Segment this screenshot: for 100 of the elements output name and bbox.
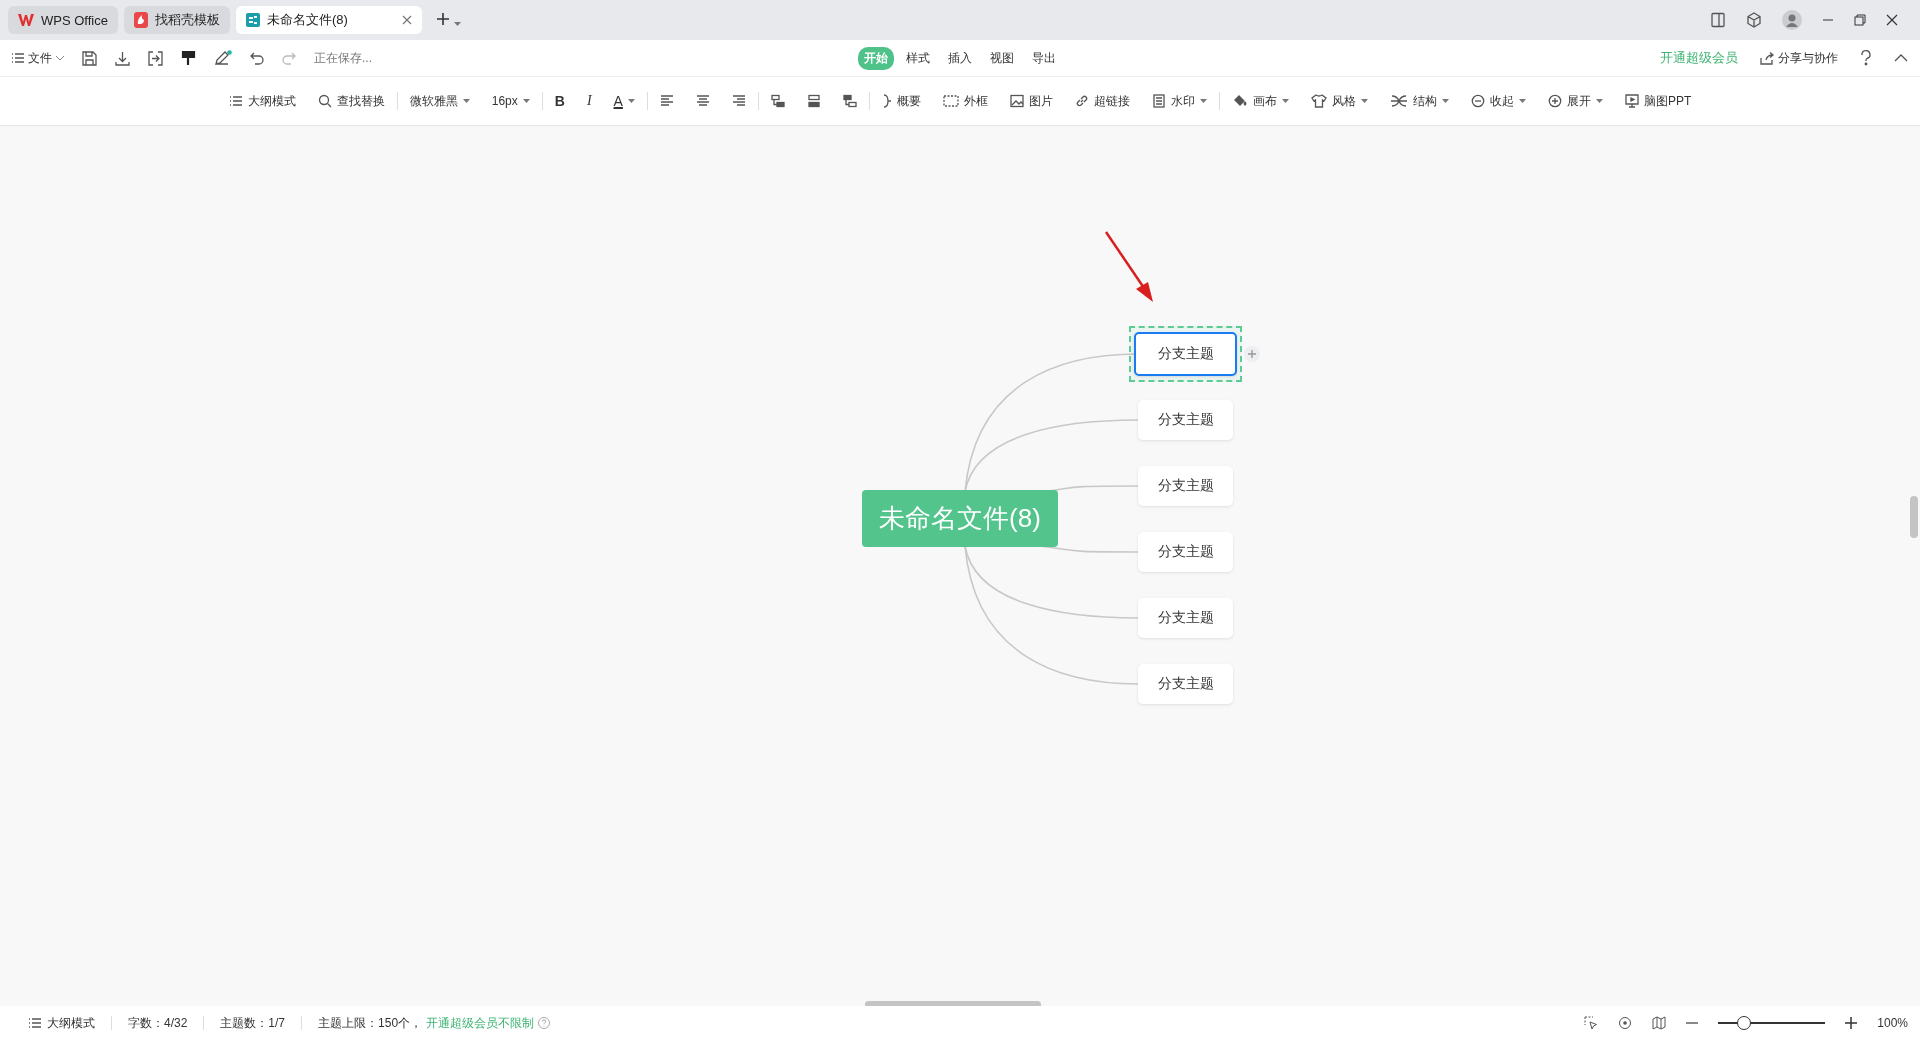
list-icon — [28, 1016, 42, 1030]
document-tab[interactable]: 找稻壳模板 — [123, 6, 230, 34]
toolbar-button[interactable] — [659, 94, 674, 108]
slider-thumb[interactable] — [1736, 1016, 1751, 1030]
vertical-scrollbar[interactable] — [1910, 496, 1918, 538]
saving-status: 正在保存... — [314, 49, 372, 67]
caret-icon — [1518, 99, 1526, 103]
tablet-icon[interactable] — [1710, 12, 1726, 28]
toolbar-button[interactable]: A — [613, 93, 635, 109]
toolbar-button[interactable]: 展开 — [1547, 92, 1603, 110]
share-button[interactable]: 分享与协作 — [1760, 49, 1838, 67]
zoom-in-icon[interactable] — [1845, 1017, 1858, 1029]
presentation-icon — [1624, 94, 1639, 108]
close-icon[interactable] — [1886, 14, 1898, 26]
toolbar-button[interactable]: 收起 — [1470, 92, 1526, 110]
toolbar-button[interactable] — [731, 94, 746, 108]
export-icon[interactable] — [148, 50, 163, 66]
branch-topic[interactable]: 分支主题 — [1138, 532, 1233, 572]
toolbar-button[interactable] — [695, 94, 710, 108]
flame-logo-icon — [133, 12, 148, 28]
brace-icon — [881, 94, 892, 108]
link-icon — [1074, 94, 1089, 108]
dashed-frame-icon — [942, 94, 959, 108]
close-icon[interactable] — [401, 15, 412, 25]
toolbar-button[interactable]: 概要 — [881, 92, 921, 110]
paint-bucket-icon — [1231, 94, 1248, 108]
minus-circle-icon — [1470, 94, 1485, 108]
search-icon — [317, 94, 332, 108]
toolbar-button[interactable]: 外框 — [942, 92, 988, 110]
align-left-icon — [659, 94, 674, 108]
topic-count: 主题数：1/7 — [220, 1014, 286, 1032]
chevron-down-icon — [56, 55, 64, 61]
mindmap-logo-icon — [245, 13, 260, 27]
ribbon-tab[interactable]: 导出 — [1026, 46, 1062, 70]
map-icon[interactable] — [1652, 1016, 1667, 1030]
ribbon-tab[interactable]: 样式 — [900, 46, 936, 70]
plus-circle-icon — [1547, 94, 1562, 108]
caret-icon — [1360, 99, 1368, 103]
toolbar-button[interactable]: 画布 — [1231, 92, 1289, 110]
caret-icon — [1595, 99, 1603, 103]
target-icon[interactable] — [1618, 1016, 1633, 1030]
ribbon-tab[interactable]: 插入 — [942, 46, 978, 70]
image-icon — [1009, 94, 1024, 108]
plus-icon[interactable] — [435, 11, 450, 26]
ribbon-tab[interactable]: 视图 — [984, 46, 1020, 70]
zoom-out-icon[interactable] — [1686, 1021, 1699, 1025]
wps-logo-icon — [18, 14, 34, 26]
annotation-arrow — [1104, 231, 1153, 302]
toolbar-button[interactable]: 水印 — [1151, 92, 1207, 110]
document-tab[interactable]: 未命名文件(8) — [235, 6, 422, 34]
help-icon[interactable] — [1860, 50, 1872, 66]
file-menu[interactable]: 文件 — [12, 49, 64, 67]
download-icon[interactable] — [115, 50, 130, 66]
toolbar-button[interactable] — [842, 94, 857, 108]
document-icon — [1151, 94, 1166, 108]
toolbar-button[interactable] — [806, 94, 821, 108]
document-tab[interactable]: WPS Office — [8, 6, 118, 34]
caret-icon — [453, 21, 461, 26]
word-count: 字数：4/32 — [128, 1014, 188, 1032]
toolbar-button[interactable]: 16px — [491, 94, 530, 108]
share-icon — [1760, 51, 1774, 65]
cube-icon[interactable] — [1746, 12, 1762, 28]
toolbar-button[interactable]: 脑图PPT — [1624, 92, 1692, 110]
format-painter-icon[interactable] — [181, 50, 196, 66]
toolbar-button[interactable]: 查找替换 — [317, 92, 385, 110]
pen-icon[interactable] — [214, 50, 232, 66]
toolbar-button[interactable]: 超链接 — [1074, 92, 1130, 110]
toolbar-button[interactable]: I — [586, 93, 592, 109]
caret-icon — [1199, 99, 1207, 103]
undo-icon[interactable] — [250, 51, 264, 65]
list-icon — [12, 52, 24, 64]
branch-topic[interactable]: 分支主题 — [1138, 400, 1233, 440]
toolbar-button[interactable]: 微软雅黑 — [409, 92, 470, 110]
toolbar-button[interactable] — [770, 94, 785, 108]
branch-topic[interactable]: 分支主题 — [1134, 332, 1237, 376]
toolbar-button[interactable]: 图片 — [1009, 92, 1053, 110]
restore-icon[interactable] — [1854, 14, 1866, 26]
caret-icon — [1441, 99, 1449, 103]
shirt-icon — [1310, 94, 1327, 108]
save-icon[interactable] — [82, 50, 97, 66]
toolbar-button[interactable]: B — [554, 93, 565, 109]
caret-icon — [627, 99, 635, 103]
add-parent-topic-icon — [842, 94, 857, 108]
chevron-up-icon[interactable] — [1894, 54, 1908, 62]
branch-topic[interactable]: 分支主题 — [1138, 466, 1233, 506]
zoom-reading: 100% — [1877, 1016, 1908, 1030]
branch-topic[interactable]: 分支主题 — [1138, 664, 1233, 704]
horizontal-scrollbar[interactable] — [865, 1001, 1041, 1006]
toolbar-button[interactable]: 大纲模式 — [228, 92, 296, 110]
topic-limit: 主题上限：150个， — [318, 1014, 423, 1032]
align-right-icon — [731, 94, 746, 108]
add-sibling-topic-icon — [806, 94, 821, 108]
outline-mode-button[interactable]: 大纲模式 — [28, 1014, 95, 1032]
avatar-icon[interactable] — [1782, 10, 1802, 30]
toolbar-button[interactable]: 结构 — [1389, 92, 1449, 110]
toolbar-button[interactable]: 风格 — [1310, 92, 1368, 110]
select-icon[interactable] — [1584, 1016, 1599, 1030]
structure-icon — [1389, 94, 1408, 108]
caret-icon — [1281, 99, 1289, 103]
branch-topic[interactable]: 分支主题 — [1138, 598, 1233, 638]
